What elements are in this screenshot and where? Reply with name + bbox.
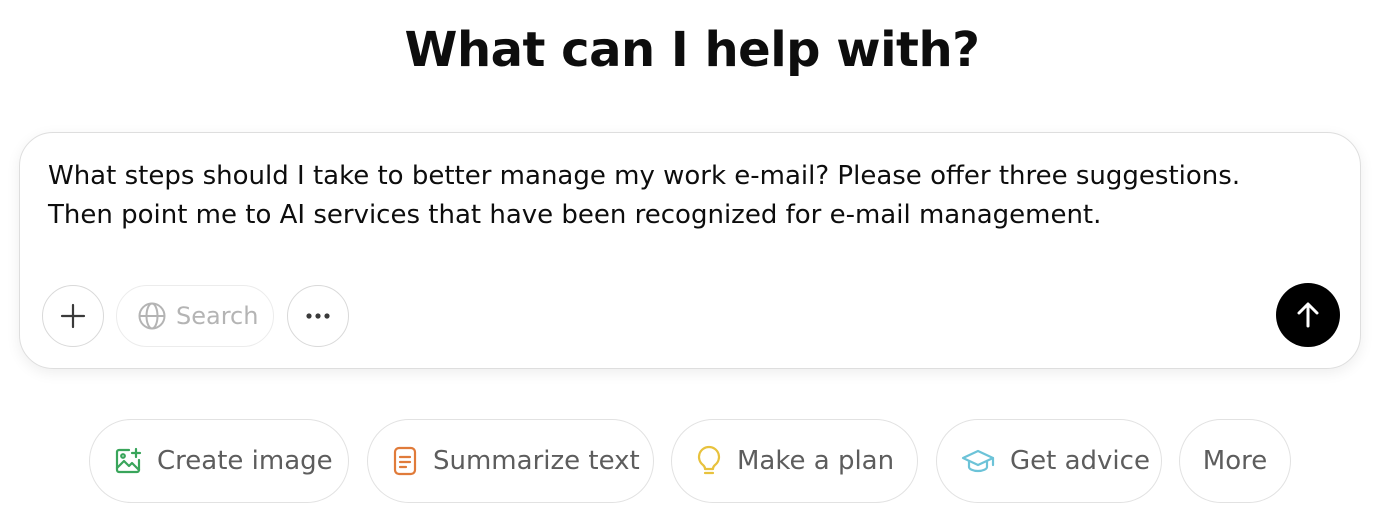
prompt-input[interactable]: What steps should I take to better manag… <box>48 157 1278 235</box>
send-button[interactable] <box>1276 283 1340 347</box>
suggestion-get-advice[interactable]: Get advice <box>936 419 1162 503</box>
suggestion-label: Create image <box>157 446 333 476</box>
suggestion-more[interactable]: More <box>1179 419 1291 503</box>
page-title: What can I help with? <box>404 22 980 78</box>
suggestion-label: Make a plan <box>737 446 895 476</box>
suggestion-label: Get advice <box>1010 446 1150 476</box>
ellipsis-icon <box>304 312 332 320</box>
suggestion-label: Summarize text <box>433 446 640 476</box>
suggestion-label: More <box>1202 446 1268 476</box>
document-icon <box>392 446 418 476</box>
more-tools-button[interactable] <box>287 285 349 347</box>
suggestion-make-a-plan[interactable]: Make a plan <box>671 419 918 503</box>
chat-home-page: What can I help with? What steps should … <box>0 0 1384 532</box>
suggestion-create-image[interactable]: Create image <box>89 419 349 503</box>
arrow-up-icon <box>1293 300 1323 330</box>
lightbulb-icon <box>696 445 722 477</box>
attach-button[interactable] <box>42 285 104 347</box>
graduation-cap-icon <box>961 447 995 475</box>
search-toggle-button[interactable]: Search <box>116 285 274 347</box>
suggestion-summarize-text[interactable]: Summarize text <box>367 419 654 503</box>
search-label: Search <box>176 302 259 330</box>
plus-icon <box>59 302 87 330</box>
message-composer[interactable]: What steps should I take to better manag… <box>19 132 1361 369</box>
globe-icon <box>137 301 167 331</box>
image-icon <box>114 447 142 475</box>
